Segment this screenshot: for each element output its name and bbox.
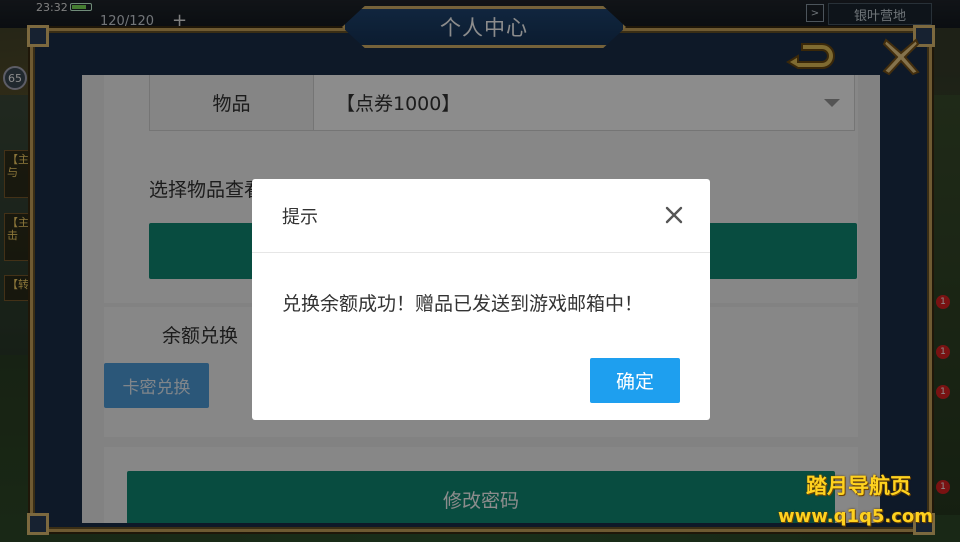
confirm-button[interactable]: 确定 bbox=[590, 358, 680, 403]
watermark-url: www.q1q5.com bbox=[778, 506, 934, 527]
close-icon bbox=[665, 206, 683, 224]
watermark-title: 踏月导航页 bbox=[806, 474, 911, 498]
dialog-message: 兑换余额成功！赠品已发送到游戏邮箱中！ bbox=[282, 293, 644, 315]
dialog-title: 提示 bbox=[282, 207, 318, 228]
prompt-dialog: 提示 兑换余额成功！赠品已发送到游戏邮箱中！ 确定 bbox=[252, 179, 710, 420]
dialog-close-button[interactable] bbox=[662, 203, 686, 227]
dialog-header: 提示 bbox=[252, 179, 710, 253]
